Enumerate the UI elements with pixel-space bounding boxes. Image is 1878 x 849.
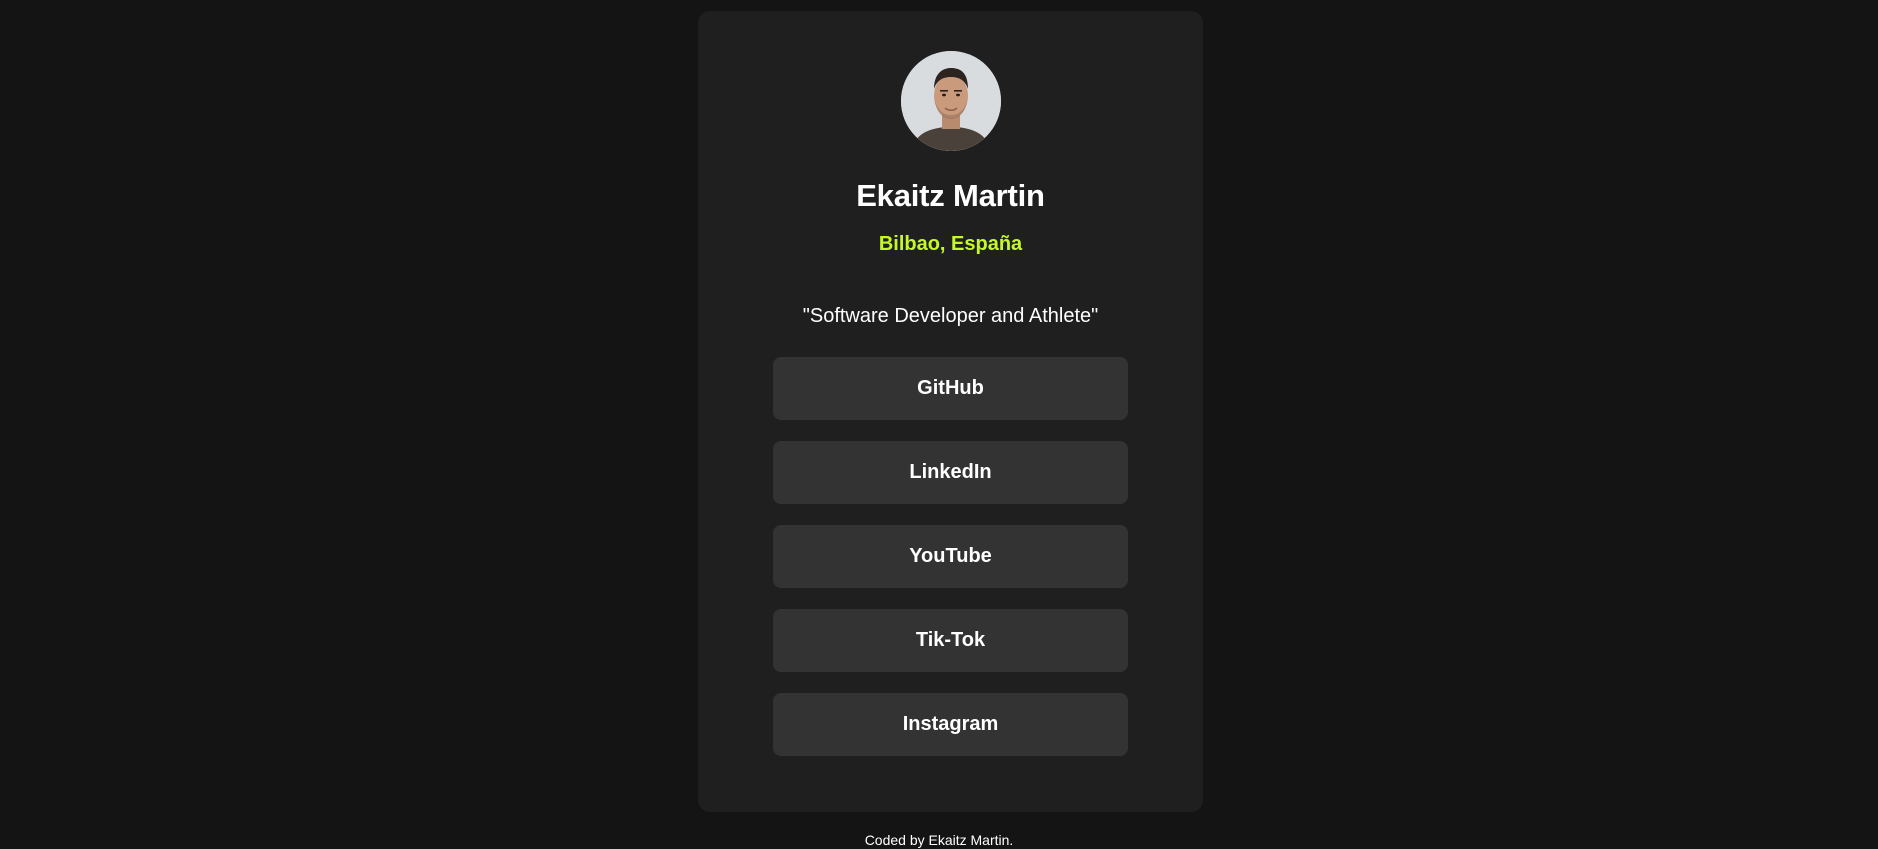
- youtube-link-button[interactable]: YouTube: [773, 525, 1128, 588]
- avatar: [900, 51, 1001, 151]
- profile-name: Ekaitz Martin: [856, 178, 1045, 213]
- footer-credit: Coded by Ekaitz Martin.: [864, 832, 1014, 848]
- links-list: GitHub LinkedIn YouTube Tik-Tok Instagra…: [773, 357, 1128, 756]
- page: Ekaitz Martin Bilbao, España "Software D…: [0, 0, 1878, 849]
- tiktok-link-button[interactable]: Tik-Tok: [773, 609, 1128, 672]
- instagram-link-button[interactable]: Instagram: [773, 693, 1128, 756]
- profile-location: Bilbao, España: [878, 233, 1023, 255]
- github-link-button[interactable]: GitHub: [773, 357, 1128, 420]
- profile-bio: "Software Developer and Athlete": [802, 305, 1099, 327]
- profile-card: Ekaitz Martin Bilbao, España "Software D…: [698, 11, 1203, 812]
- avatar-photo: [900, 51, 1001, 151]
- linkedin-link-button[interactable]: LinkedIn: [773, 441, 1128, 504]
